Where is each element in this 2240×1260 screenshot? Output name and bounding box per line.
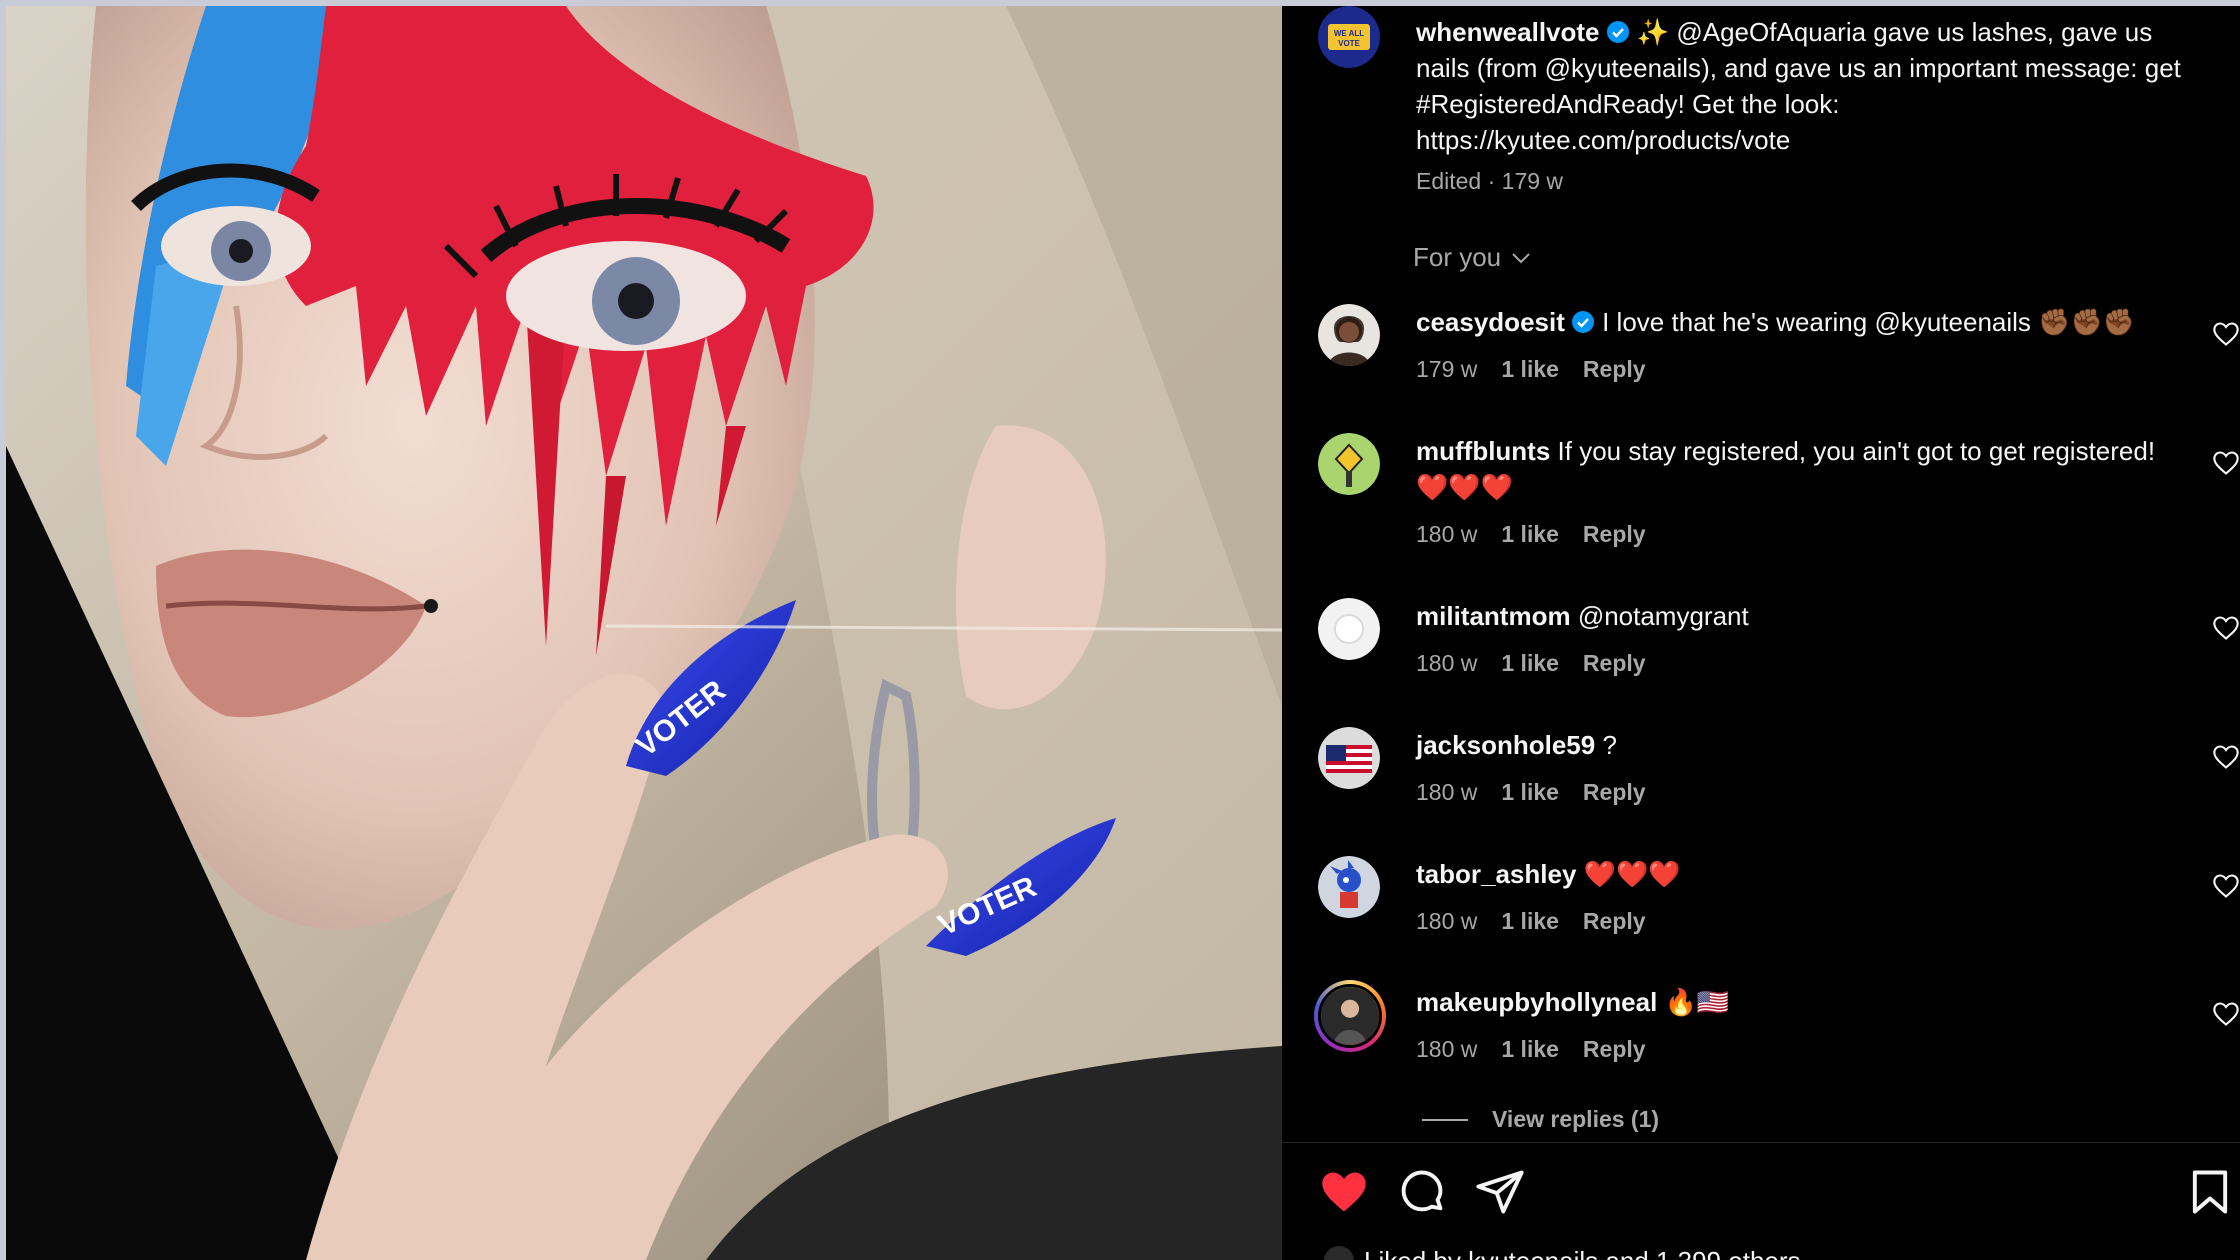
heart-icon[interactable] xyxy=(2212,320,2240,348)
comment-likes[interactable]: 1 like xyxy=(1501,779,1559,806)
post-photo-illustration: VOTER VOTER xyxy=(6,6,1282,1260)
post-image[interactable]: VOTER VOTER xyxy=(6,6,1282,1260)
comment-meta: 180 w 1 like Reply xyxy=(1416,779,1646,806)
comment-username[interactable]: jacksonhole59 xyxy=(1416,730,1595,760)
liked-by-text: Liked by kyuteenails and 1,399 others xyxy=(1364,1246,1801,1260)
comment-icon[interactable] xyxy=(1396,1166,1448,1218)
author-username[interactable]: whenweallvote xyxy=(1416,17,1600,47)
caption-text-start: ✨ xyxy=(1636,17,1677,47)
comment-meta: 179 w 1 like Reply xyxy=(1416,356,1646,383)
filter-label: For you xyxy=(1413,242,1502,272)
view-replies-button[interactable]: View replies (1) xyxy=(1422,1106,1659,1133)
comment-likes[interactable]: 1 like xyxy=(1501,908,1559,935)
divider xyxy=(1282,1142,2240,1143)
heart-icon[interactable] xyxy=(2212,1000,2240,1028)
comment-time: 180 w xyxy=(1416,650,1478,676)
commenter-avatar[interactable] xyxy=(1318,856,1380,918)
caption-meta: Edited · 179 w xyxy=(1416,168,1564,194)
comment-time: 180 w xyxy=(1416,1036,1478,1062)
liked-by[interactable]: Liked by kyuteenails and 1,399 others xyxy=(1322,1244,1801,1260)
reply-button[interactable]: Reply xyxy=(1583,521,1646,548)
action-bar xyxy=(1318,1166,2238,1222)
comment-text: ? xyxy=(1602,730,1617,760)
heart-icon[interactable] xyxy=(1318,1166,1370,1218)
comment-username[interactable]: makeupbyhollyneal xyxy=(1416,987,1657,1017)
heart-icon[interactable] xyxy=(2212,743,2240,771)
comment-body: muffblunts If you stay registered, you a… xyxy=(1416,433,2156,505)
comment-likes[interactable]: 1 like xyxy=(1501,521,1559,548)
comment-time: 180 w xyxy=(1416,908,1478,934)
comment-username[interactable]: ceasydoesit xyxy=(1416,307,1565,337)
save-icon[interactable] xyxy=(2184,1166,2236,1218)
caption-link[interactable]: https://kyutee.com/products/vote xyxy=(1416,125,1790,155)
comments-panel: WE ALL VOTE whenweallvote ✨ @AgeOfAquari… xyxy=(1282,6,2240,1260)
caption-mention-kyuteenails[interactable]: @kyuteenails xyxy=(1545,53,1701,83)
comment-likes[interactable]: 1 like xyxy=(1501,650,1559,677)
comment-username[interactable]: tabor_ashley xyxy=(1416,859,1576,889)
comment-text: 🔥🇺🇸 xyxy=(1664,987,1730,1017)
chevron-down-icon xyxy=(1512,252,1530,263)
share-icon[interactable] xyxy=(1474,1166,1526,1218)
post-caption: whenweallvote ✨ @AgeOfAquaria gave us la… xyxy=(1416,14,2206,158)
svg-text:WE ALL: WE ALL xyxy=(1334,29,1364,38)
comment-username[interactable]: militantmom xyxy=(1416,601,1571,631)
reply-button[interactable]: Reply xyxy=(1583,908,1646,935)
comment-likes[interactable]: 1 like xyxy=(1501,356,1559,383)
comment-text: @notamygrant xyxy=(1577,601,1749,631)
comment-time: 179 w xyxy=(1416,356,1478,382)
comment-meta: 180 w 1 like Reply xyxy=(1416,1036,1646,1063)
comment-likes[interactable]: 1 like xyxy=(1501,1036,1559,1063)
caption-text-2: ), and gave us an important message: get xyxy=(1701,53,2181,83)
comment-username[interactable]: muffblunts xyxy=(1416,436,1550,466)
heart-icon[interactable] xyxy=(2212,449,2240,477)
comment-time: 180 w xyxy=(1416,521,1478,547)
commenter-avatar[interactable] xyxy=(1318,598,1380,660)
comment-text: I love that he's wearing @kyuteenails ✊🏾… xyxy=(1602,307,2136,337)
replies-dash xyxy=(1422,1118,1468,1121)
author-avatar[interactable]: WE ALL VOTE xyxy=(1318,6,1380,68)
verified-icon xyxy=(1571,310,1595,334)
comment-body: tabor_ashley ❤️❤️❤️ xyxy=(1416,856,2156,892)
view-replies-label: View replies (1) xyxy=(1492,1106,1660,1132)
liker-avatar xyxy=(1322,1244,1356,1260)
caption-text-3: ! Get the look: xyxy=(1677,89,1840,119)
reply-button[interactable]: Reply xyxy=(1583,650,1646,677)
comment-meta: 180 w 1 like Reply xyxy=(1416,650,1646,677)
heart-icon[interactable] xyxy=(2212,872,2240,900)
reply-button[interactable]: Reply xyxy=(1583,356,1646,383)
commenter-avatar[interactable] xyxy=(1318,304,1380,366)
comment-body: jacksonhole59 ? xyxy=(1416,727,2156,763)
comment-body: makeupbyhollyneal 🔥🇺🇸 xyxy=(1416,984,2156,1020)
post-dialog: VOTER VOTER WE ALL VOTE whenweallvote ✨ … xyxy=(6,6,2240,1260)
comment-meta: 180 w 1 like Reply xyxy=(1416,521,1646,548)
heart-icon[interactable] xyxy=(2212,614,2240,642)
svg-text:VOTE: VOTE xyxy=(1338,39,1360,48)
comment-filter-dropdown[interactable]: For you xyxy=(1413,242,1533,273)
caption-hashtag[interactable]: #RegisteredAndReady xyxy=(1416,89,1678,119)
verified-icon xyxy=(1606,20,1630,44)
commenter-avatar-story-ring[interactable] xyxy=(1314,980,1386,1052)
comment-text: ❤️❤️❤️ xyxy=(1583,859,1681,889)
comment-meta: 180 w 1 like Reply xyxy=(1416,908,1646,935)
caption-mention-ageofaquaria[interactable]: @AgeOfAquaria xyxy=(1676,17,1866,47)
comment-body: ceasydoesit I love that he's wearing @ky… xyxy=(1416,304,2156,340)
comment-time: 180 w xyxy=(1416,779,1478,805)
reply-button[interactable]: Reply xyxy=(1583,1036,1646,1063)
reply-button[interactable]: Reply xyxy=(1583,779,1646,806)
commenter-avatar[interactable] xyxy=(1318,727,1380,789)
commenter-avatar[interactable] xyxy=(1318,433,1380,495)
comment-body: militantmom @notamygrant xyxy=(1416,598,2156,634)
